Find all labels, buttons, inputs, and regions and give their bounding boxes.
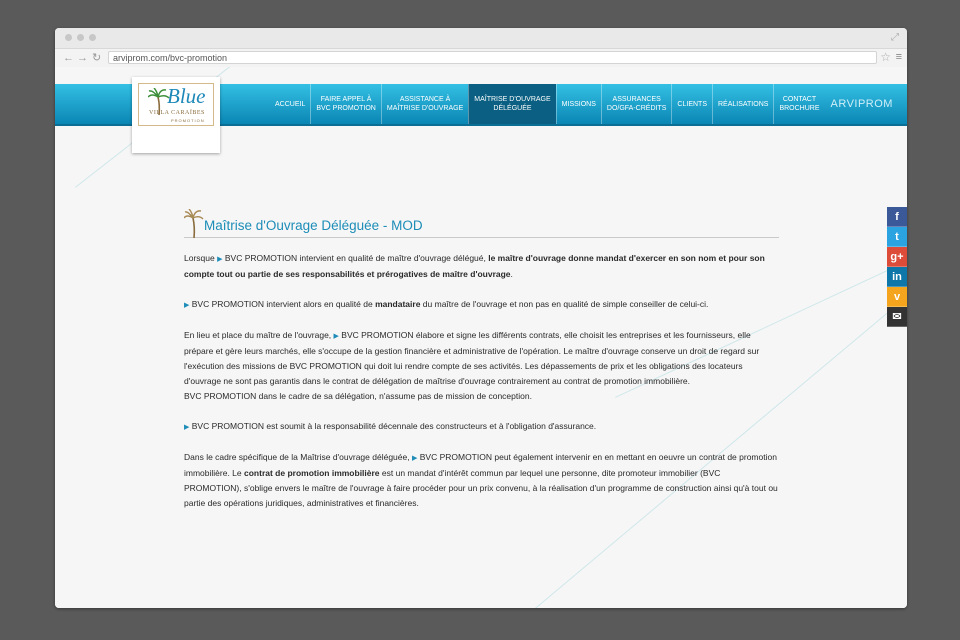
google-plus-icon[interactable]: g+ <box>887 247 907 267</box>
nav-item-faire-appel[interactable]: FAIRE APPEL À BVC PROMOTION <box>310 84 381 124</box>
paragraph: Dans le cadre spécifique de la Maîtrise … <box>184 452 778 508</box>
brand-text: BVC PROMOTION <box>419 452 492 462</box>
palm-tree-icon <box>184 209 204 239</box>
arrow-icon: ▶ <box>184 424 190 431</box>
paragraph: Lorsque ▶ BVC PROMOTION intervient en qu… <box>184 253 765 279</box>
site-logo[interactable]: Blue VILLA CARAÏBES PROMOTION <box>132 77 220 153</box>
paragraph: ▶ BVC PROMOTION est soumit à la responsa… <box>184 421 597 431</box>
main-content: Maîtrise d'Ouvrage Déléguée - MOD Lorsqu… <box>184 207 779 526</box>
title-row: Maîtrise d'Ouvrage Déléguée - MOD <box>184 207 779 239</box>
paragraph: ▶ BVC PROMOTION intervient alors en qual… <box>184 299 709 309</box>
bookmark-star-icon[interactable]: ☆ <box>880 50 891 65</box>
nav-item-clients[interactable]: CLIENTS <box>671 84 712 124</box>
article-body: Lorsque ▶ BVC PROMOTION intervient en qu… <box>184 251 779 511</box>
email-icon[interactable]: ✉ <box>887 307 907 327</box>
brand-text: BVC PROMOTION <box>191 421 265 431</box>
paragraph: En lieu et place du maître de l'ouvrage,… <box>184 330 760 401</box>
address-bar: ← → ↻ arviprom.com/bvc-promotion ☆ ≡ <box>55 49 907 68</box>
nav-brand-arviprom[interactable]: ARVIPROM <box>825 84 893 124</box>
brand-text: BVC PROMOTION <box>224 253 298 263</box>
browser-titlebar: ⤢ <box>55 28 907 49</box>
brand-text: BVC PROMOTION <box>191 299 265 309</box>
window-controls <box>65 34 96 41</box>
browser-window: ⤢ ← → ↻ arviprom.com/bvc-promotion ☆ ≡ B… <box>55 28 907 608</box>
arrow-icon: ▶ <box>217 256 223 263</box>
nav-item-maitrise-deleguee[interactable]: MAÎTRISE D'OUVRAGE DÉLÉGUÉE <box>468 84 556 124</box>
page-title: Maîtrise d'Ouvrage Déléguée - MOD <box>204 218 423 233</box>
logo-word: Blue <box>167 84 206 108</box>
close-dot[interactable] <box>65 34 72 41</box>
logo-villa-text: VILLA CARAÏBES <box>149 110 205 116</box>
url-field[interactable]: arviprom.com/bvc-promotion <box>108 51 877 64</box>
nav-item-assurances[interactable]: ASSURANCES DO/GFA-CRÉDITS <box>600 84 672 124</box>
linkedin-icon[interactable]: in <box>887 267 907 287</box>
forward-icon[interactable]: → <box>77 51 88 65</box>
minimize-dot[interactable] <box>77 34 84 41</box>
arrow-icon: ▶ <box>184 302 190 309</box>
logo-promotion-text: PROMOTION <box>171 118 205 123</box>
nav-item-missions[interactable]: MISSIONS <box>555 84 601 124</box>
maximize-dot[interactable] <box>89 34 96 41</box>
logo-frame: Blue VILLA CARAÏBES PROMOTION <box>138 83 214 126</box>
arrow-icon: ▶ <box>333 333 339 340</box>
brand-text: BVC PROMOTION <box>341 330 414 340</box>
nav-item-accueil[interactable]: ACCUEIL <box>270 84 310 124</box>
nav-item-assistance[interactable]: ASSISTANCE À MAÎTRISE D'OUVRAGE <box>380 84 468 124</box>
reload-icon[interactable]: ↻ <box>92 51 101 65</box>
social-share-bar: f t g+ in v ✉ <box>887 207 907 327</box>
facebook-icon[interactable]: f <box>887 207 907 227</box>
back-icon[interactable]: ← <box>63 51 74 65</box>
main-nav: ACCUEIL FAIRE APPEL À BVC PROMOTION ASSIS… <box>270 84 893 124</box>
viadeo-icon[interactable]: v <box>887 287 907 307</box>
web-page: Blue VILLA CARAÏBES PROMOTION ACCUEIL FA… <box>55 67 907 608</box>
arrow-icon: ▶ <box>411 455 418 462</box>
twitter-icon[interactable]: t <box>887 227 907 247</box>
nav-item-realisations[interactable]: RÉALISATIONS <box>711 84 773 124</box>
browser-menu-icon[interactable]: ≡ <box>896 50 902 65</box>
nav-item-contact[interactable]: CONTACT BROCHURE <box>773 84 824 124</box>
fullscreen-icon[interactable]: ⤢ <box>891 32 899 44</box>
